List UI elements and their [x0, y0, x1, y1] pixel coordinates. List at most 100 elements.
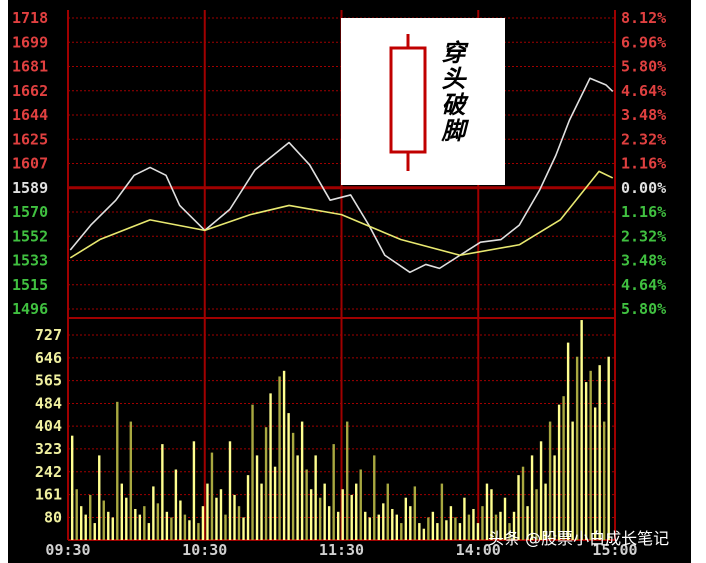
volume-bar	[602, 421, 606, 540]
percent-tick-label: 2.32%	[621, 227, 666, 245]
volume-bar	[364, 511, 367, 540]
volume-bar	[156, 503, 160, 540]
volume-bar	[422, 528, 426, 540]
volume-bar	[296, 455, 299, 540]
volume-bar	[530, 455, 534, 540]
volume-bar	[445, 520, 448, 540]
volume-bar	[111, 517, 114, 540]
volume-bar	[84, 514, 87, 540]
volume-bar	[575, 356, 579, 540]
watermark: 头条 @股票小白成长笔记	[488, 529, 669, 548]
time-tick-label: 09:30	[45, 541, 90, 559]
volume-bar	[404, 497, 408, 540]
volume-bar	[323, 483, 326, 540]
percent-tick-label: 3.48%	[621, 252, 666, 270]
volume-bar	[553, 455, 556, 540]
volume-bar	[427, 517, 430, 540]
volume-bar	[413, 486, 417, 540]
volume-bar	[80, 506, 83, 540]
percent-tick-label: 5.80%	[621, 58, 666, 76]
price-tick-label: 1681	[12, 58, 48, 76]
volume-tick-label: 404	[35, 417, 62, 435]
volume-bar	[287, 413, 290, 540]
volume-bar	[589, 370, 592, 540]
volume-bar	[449, 506, 453, 540]
volume-bar	[219, 489, 223, 540]
volume-bar	[318, 497, 322, 540]
volume-bars	[71, 320, 610, 540]
volume-bar	[129, 421, 133, 540]
volume-bar	[233, 494, 236, 540]
percent-tick-label: 5.80%	[621, 300, 666, 318]
volume-bar	[400, 523, 403, 540]
volume-bar	[562, 396, 565, 540]
price-tick-label: 1515	[12, 276, 48, 294]
volume-bar	[273, 466, 277, 540]
percent-tick-label: 4.64%	[621, 82, 666, 100]
volume-tick-label: 727	[35, 326, 62, 344]
volume-bar	[98, 455, 101, 540]
price-tick-label: 1718	[12, 9, 48, 27]
volume-bar	[350, 494, 353, 540]
volume-bar	[143, 506, 146, 540]
volume-bar	[246, 475, 250, 540]
volume-bar	[170, 517, 173, 540]
volume-bar	[607, 356, 610, 540]
volume-bar	[584, 382, 588, 540]
volume-bar	[206, 483, 209, 540]
volume-bar	[359, 469, 362, 540]
volume-bar	[260, 483, 263, 540]
price-tick-label: 1644	[12, 106, 48, 124]
volume-bar	[134, 508, 137, 540]
volume-bar	[377, 514, 380, 540]
volume-tick-label: 80	[44, 508, 62, 526]
volume-bar	[107, 511, 110, 540]
volume-bar	[165, 511, 169, 540]
price-tick-label: 1496	[12, 300, 48, 318]
volume-bar	[472, 508, 475, 540]
volume-bar	[197, 523, 200, 540]
volume-bar	[237, 506, 241, 540]
volume-bar	[93, 523, 96, 540]
percent-tick-label: 8.12%	[621, 9, 666, 27]
volume-bar	[291, 432, 295, 540]
volume-bar	[89, 494, 92, 540]
volume-bar	[138, 514, 142, 540]
price-tick-label: 1607	[12, 155, 48, 173]
volume-bar	[75, 489, 78, 540]
percent-tick-label: 2.32%	[621, 130, 666, 148]
volume-bar	[71, 435, 74, 540]
volume-bar	[395, 514, 398, 540]
volume-bar	[566, 342, 570, 540]
percent-tick-label: 0.00%	[621, 179, 666, 197]
volume-bar	[539, 441, 543, 540]
volume-bar	[147, 523, 151, 540]
volume-bar	[336, 511, 340, 540]
volume-bar	[481, 506, 484, 540]
volume-tick-label: 646	[35, 349, 62, 367]
volume-bar	[210, 452, 214, 540]
percent-tick-label: 1.16%	[621, 155, 666, 173]
volume-bar	[255, 455, 259, 540]
volume-bar	[183, 514, 187, 540]
volume-bar	[368, 517, 371, 540]
volume-tick-label: 161	[35, 486, 62, 504]
volume-bar	[463, 497, 466, 540]
percent-tick-label: 1.16%	[621, 203, 666, 221]
percent-tick-label: 6.96%	[621, 33, 666, 51]
percent-tick-label: 3.48%	[621, 106, 666, 124]
price-tick-label: 1589	[12, 179, 48, 197]
volume-bar	[458, 523, 462, 540]
volume-tick-label: 484	[35, 395, 62, 413]
volume-bar	[440, 483, 444, 540]
volume-bar	[571, 421, 574, 540]
intraday-chart: 1718 8.12% 1699 6.96% 1681 5.80% 1662 4.64% 1644…	[12, 9, 669, 559]
time-tick-label: 10:30	[182, 541, 227, 559]
volume-bar	[409, 506, 412, 540]
volume-bar	[341, 489, 344, 540]
volume-bar	[269, 393, 272, 540]
annotation-box	[341, 18, 505, 185]
volume-bar	[593, 407, 597, 540]
volume-bar	[224, 514, 227, 540]
volume-bar	[264, 427, 268, 540]
